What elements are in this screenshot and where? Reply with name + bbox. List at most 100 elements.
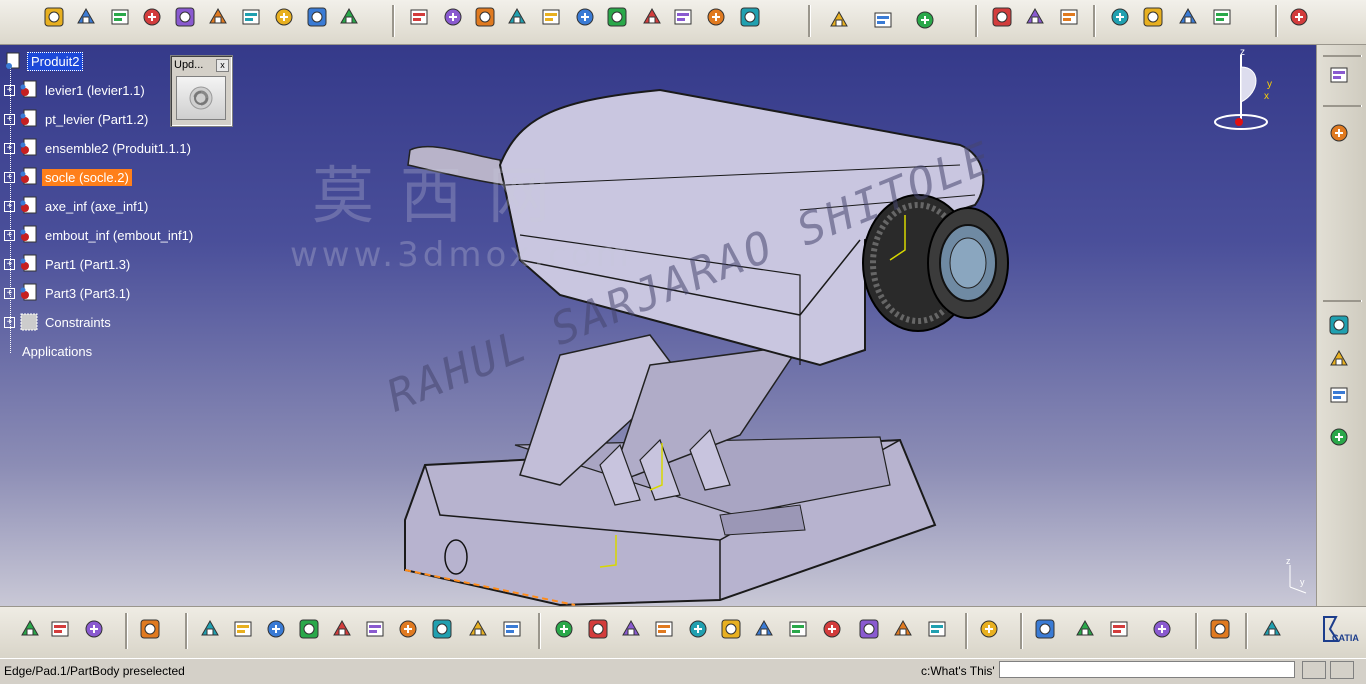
refresh-icon[interactable]	[305, 5, 329, 29]
gear-tools-icon[interactable]	[1141, 5, 1165, 29]
normal-view-icon[interactable]	[752, 617, 776, 641]
save-icon[interactable]	[264, 617, 288, 641]
update-button[interactable]	[176, 76, 226, 120]
cube-view-icon[interactable]	[1287, 5, 1311, 29]
select-arrow-icon[interactable]	[1327, 121, 1351, 145]
tree-expand-toggle[interactable]: +	[4, 258, 15, 270]
zoom-in-icon[interactable]	[686, 617, 710, 641]
tree-item[interactable]: + Part3 (Part3.1)	[4, 283, 133, 303]
copy-icon[interactable]	[363, 617, 387, 641]
zoom-out-icon[interactable]	[719, 617, 743, 641]
constraint-icon[interactable]	[407, 5, 431, 29]
catalog-icon[interactable]	[827, 8, 851, 32]
catalog-arrow-icon[interactable]	[871, 8, 895, 32]
tree2-icon[interactable]	[1327, 425, 1351, 449]
multi-view-icon[interactable]	[786, 617, 810, 641]
tree-expand-toggle[interactable]: +	[4, 113, 15, 125]
dots-icon[interactable]	[82, 617, 106, 641]
tools-icon[interactable]	[1108, 5, 1132, 29]
pan-icon[interactable]	[619, 617, 643, 641]
product-icon[interactable]	[42, 5, 66, 29]
publish2-icon[interactable]	[1023, 5, 1047, 29]
swap-icon[interactable]	[925, 617, 949, 641]
tree-item[interactable]: + pt_levier (Part1.2)	[4, 109, 151, 129]
print-icon[interactable]	[297, 617, 321, 641]
copy-icon[interactable]	[640, 5, 664, 29]
analyze-icon[interactable]	[671, 5, 695, 29]
sphere-icon[interactable]	[18, 617, 42, 641]
table-icon[interactable]	[239, 5, 263, 29]
constraint3-icon[interactable]	[473, 5, 497, 29]
tree-item[interactable]: + levier1 (levier1.1)	[4, 80, 148, 100]
update-window-titlebar[interactable]: Upd... x	[171, 56, 232, 74]
help-arrow-icon[interactable]	[500, 617, 524, 641]
command-input[interactable]	[999, 661, 1295, 678]
tree-item[interactable]: + axe_inf (axe_inf1)	[4, 196, 151, 216]
update-window[interactable]: Upd... x	[170, 55, 233, 127]
shading-icon[interactable]	[857, 617, 881, 641]
part-icon[interactable]	[74, 5, 98, 29]
fit-all-icon[interactable]	[586, 617, 610, 641]
snap-icon[interactable]	[539, 5, 563, 29]
iso-view-icon[interactable]	[820, 617, 844, 641]
camera-icon[interactable]	[1260, 617, 1284, 641]
double-arrow-icon[interactable]	[1073, 617, 1097, 641]
box-icon[interactable]	[1327, 313, 1351, 337]
tree-expand-toggle[interactable]: +	[4, 142, 15, 154]
update-window-close-button[interactable]: x	[216, 58, 229, 72]
publish3-icon[interactable]	[1057, 5, 1081, 29]
tree-expand-toggle[interactable]: +	[4, 229, 15, 241]
status-button-2[interactable]	[1330, 661, 1354, 679]
globe-icon[interactable]	[48, 617, 72, 641]
compass[interactable]: z y x	[1206, 47, 1276, 137]
publish-icon[interactable]	[990, 5, 1014, 29]
gear-right-icon[interactable]	[1327, 63, 1351, 87]
webcam-model[interactable]	[0, 45, 1316, 606]
tree-applications[interactable]: Applications	[19, 341, 95, 361]
constraint2-icon[interactable]	[441, 5, 465, 29]
cut-icon[interactable]	[330, 617, 354, 641]
paste-icon[interactable]	[396, 617, 420, 641]
light-icon[interactable]	[1210, 5, 1234, 29]
tree-expand-toggle[interactable]: +	[4, 171, 15, 183]
book-icon[interactable]	[1208, 617, 1232, 641]
move-icon[interactable]	[505, 5, 529, 29]
tree-item[interactable]: + Constraints	[4, 312, 114, 332]
tree-expand-toggle[interactable]: +	[4, 200, 15, 212]
tree-root[interactable]: Produit2	[4, 51, 84, 71]
tools3-icon[interactable]	[1150, 617, 1174, 641]
tree-item[interactable]: + embout_inf (embout_inf1)	[4, 225, 196, 245]
open-icon[interactable]	[231, 617, 255, 641]
tree-item[interactable]: + Part1 (Part1.3)	[4, 254, 133, 274]
measure-icon[interactable]	[704, 5, 728, 29]
flow-icon[interactable]	[272, 5, 296, 29]
explode-icon[interactable]	[573, 5, 597, 29]
tree-icon[interactable]	[1327, 383, 1351, 407]
measure-icon[interactable]	[1033, 617, 1057, 641]
status-button-1[interactable]	[1302, 661, 1326, 679]
pin-icon[interactable]	[738, 5, 762, 29]
undo-icon[interactable]	[430, 617, 454, 641]
wrench-icon[interactable]	[108, 5, 132, 29]
doc-icon[interactable]	[977, 617, 1001, 641]
catalog-cube-icon[interactable]	[913, 8, 937, 32]
tools2-icon[interactable]	[1107, 617, 1131, 641]
3d-viewport[interactable]: 莫西网 www.3dmox.com RAHUL SARJARAO SHITOLE…	[0, 45, 1316, 606]
hide-show-icon[interactable]	[891, 617, 915, 641]
rotate-icon[interactable]	[652, 617, 676, 641]
grid-icon[interactable]	[337, 5, 361, 29]
axis-icon[interactable]	[1176, 5, 1200, 29]
tree-item[interactable]: + socle (socle.2)	[4, 167, 132, 187]
tree-expand-toggle[interactable]: +	[4, 84, 15, 96]
redo-icon[interactable]	[466, 617, 490, 641]
tree-expand-toggle[interactable]: +	[4, 316, 15, 328]
assembly-icon[interactable]	[140, 5, 164, 29]
snap-grid-icon[interactable]	[138, 617, 162, 641]
tree-item[interactable]: + ensemble2 (Produit1.1.1)	[4, 138, 194, 158]
new-icon[interactable]	[198, 617, 222, 641]
tree-expand-toggle[interactable]: +	[4, 287, 15, 299]
pencil-icon[interactable]	[206, 5, 230, 29]
clash-icon[interactable]	[605, 5, 629, 29]
anchor-icon[interactable]	[173, 5, 197, 29]
cubes-icon[interactable]	[1327, 347, 1351, 371]
